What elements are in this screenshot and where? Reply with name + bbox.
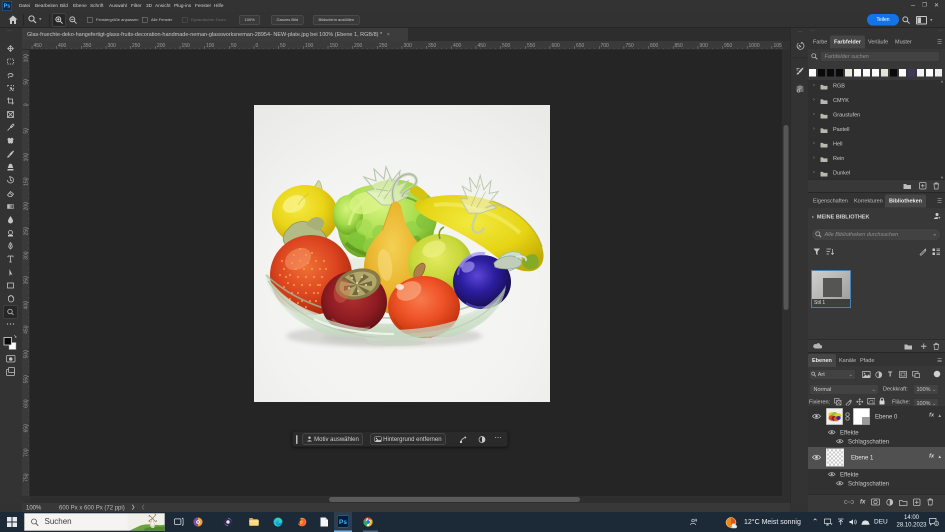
svg-text:500: 500: [502, 43, 511, 49]
svg-text:1050: 1050: [774, 43, 783, 49]
svg-text:200: 200: [354, 43, 363, 49]
svg-text:850: 850: [675, 43, 684, 49]
svg-text:600: 600: [552, 43, 561, 49]
svg-text:250: 250: [379, 43, 388, 49]
svg-text:100: 100: [206, 43, 215, 49]
svg-text:900: 900: [700, 43, 709, 49]
svg-text:700: 700: [24, 448, 30, 457]
svg-text:400: 400: [58, 43, 67, 49]
svg-text:350: 350: [83, 43, 92, 49]
svg-text:100: 100: [24, 54, 30, 63]
svg-text:750: 750: [24, 473, 30, 482]
svg-text:350: 350: [24, 276, 30, 285]
svg-text:200: 200: [157, 43, 166, 49]
svg-text:400: 400: [453, 43, 462, 49]
svg-text:9: 9: [936, 522, 938, 526]
svg-text:200: 200: [24, 202, 30, 211]
svg-text:150: 150: [330, 43, 339, 49]
svg-text:150: 150: [182, 43, 191, 49]
svg-text:650: 650: [576, 43, 585, 49]
svg-text:50: 50: [280, 43, 286, 49]
svg-text:50: 50: [24, 128, 30, 134]
svg-text:450: 450: [478, 43, 487, 49]
svg-text:300: 300: [24, 251, 30, 260]
svg-text:0: 0: [256, 43, 259, 49]
svg-text:500: 500: [24, 350, 30, 359]
svg-text:800: 800: [650, 43, 659, 49]
svg-text:550: 550: [527, 43, 536, 49]
svg-text:450: 450: [34, 43, 43, 49]
svg-text:600: 600: [24, 399, 30, 408]
svg-text:450: 450: [24, 325, 30, 334]
svg-text:350: 350: [428, 43, 437, 49]
svg-text:950: 950: [724, 43, 733, 49]
svg-text:1000: 1000: [749, 43, 760, 49]
svg-text:…: …: [798, 28, 803, 34]
svg-text:150: 150: [24, 177, 30, 186]
svg-text:100: 100: [305, 43, 314, 49]
svg-text:650: 650: [24, 424, 30, 433]
svg-text:300: 300: [404, 43, 413, 49]
svg-text:50: 50: [231, 43, 237, 49]
svg-text:300: 300: [108, 43, 117, 49]
svg-text:50: 50: [24, 79, 30, 85]
svg-text:250: 250: [132, 43, 141, 49]
svg-text:750: 750: [626, 43, 635, 49]
svg-text:700: 700: [601, 43, 610, 49]
